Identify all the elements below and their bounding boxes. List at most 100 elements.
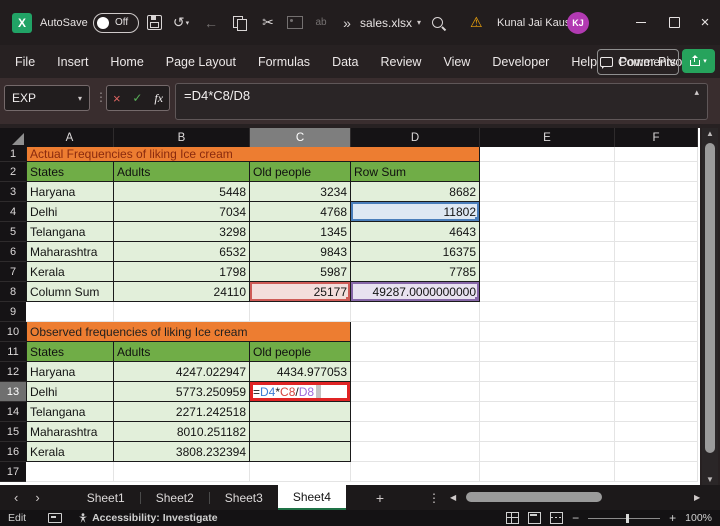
hscroll-right-icon[interactable]: ▶ — [694, 493, 700, 502]
cell-f7[interactable] — [615, 262, 698, 282]
cell-f5[interactable] — [615, 222, 698, 242]
ribbon-tab-insert[interactable]: Insert — [46, 45, 99, 78]
row-header-9[interactable]: 9 — [0, 302, 26, 322]
cell-f12[interactable] — [615, 362, 698, 382]
cell-d5[interactable]: 4643 — [351, 222, 480, 242]
cell-b17[interactable] — [114, 462, 250, 482]
vertical-scroll-thumb[interactable] — [705, 143, 715, 453]
cell-e11[interactable] — [480, 342, 615, 362]
cell-f13[interactable] — [615, 382, 698, 402]
cell-e7[interactable] — [480, 262, 615, 282]
cell-c3[interactable]: 3234 — [250, 182, 351, 202]
vertical-scrollbar[interactable]: ▲ ▼ — [702, 128, 718, 485]
cell-b2[interactable]: Adults — [114, 162, 250, 182]
cell-e9[interactable] — [480, 302, 615, 322]
cell-e14[interactable] — [480, 402, 615, 422]
column-header-b[interactable]: B — [114, 128, 250, 147]
row-header-11[interactable]: 11 — [0, 342, 26, 362]
select-all-corner[interactable] — [0, 128, 26, 147]
formula-input[interactable]: =D4*C8/D8 ▴ — [175, 83, 708, 120]
zoom-out-button[interactable]: − — [572, 511, 579, 525]
cell-e16[interactable] — [480, 442, 615, 462]
cell-e2[interactable] — [480, 162, 615, 182]
cell-d11[interactable] — [351, 342, 480, 362]
row-header-7[interactable]: 7 — [0, 262, 26, 282]
cell-e12[interactable] — [480, 362, 615, 382]
add-sheet-button[interactable]: + — [376, 490, 384, 506]
search-button[interactable] — [432, 0, 443, 45]
cell-a13[interactable]: Delhi — [26, 382, 114, 402]
page-layout-view-icon[interactable] — [528, 512, 542, 524]
row-header-15[interactable]: 15 — [0, 422, 26, 442]
cell-a3[interactable]: Haryana — [26, 182, 114, 202]
ribbon-tab-home[interactable]: Home — [99, 45, 154, 78]
cell-d9[interactable] — [351, 302, 480, 322]
row-header-10[interactable]: 10 — [0, 322, 26, 342]
cell-a8[interactable]: Column Sum — [26, 282, 114, 302]
zoom-slider-thumb[interactable] — [626, 513, 630, 523]
cell-b12[interactable]: 4247.022947 — [114, 362, 250, 382]
minimize-button[interactable] — [626, 0, 656, 45]
cell-f11[interactable] — [615, 342, 698, 362]
column-header-e[interactable]: E — [480, 128, 615, 147]
cell-a12[interactable]: Haryana — [26, 362, 114, 382]
cell-c11[interactable]: Old people — [250, 342, 351, 362]
back-button[interactable]: ← — [198, 0, 224, 45]
row-header-6[interactable]: 6 — [0, 242, 26, 262]
cell-d15[interactable] — [351, 422, 480, 442]
cell-a10[interactable]: Observed frequencies of liking Ice cream — [26, 322, 351, 342]
cell-c17[interactable] — [250, 462, 351, 482]
cell-b3[interactable]: 5448 — [114, 182, 250, 202]
ribbon-tab-developer[interactable]: Developer — [481, 45, 560, 78]
cell-c2[interactable]: Old people — [250, 162, 351, 182]
ribbon-tab-formulas[interactable]: Formulas — [247, 45, 321, 78]
cell-f2[interactable] — [615, 162, 698, 182]
ribbon-tab-review[interactable]: Review — [369, 45, 432, 78]
normal-view-icon[interactable] — [506, 512, 520, 524]
cell-a17[interactable] — [26, 462, 114, 482]
document-title[interactable]: sales.xlsx ▾ — [360, 0, 421, 45]
row-header-14[interactable]: 14 — [0, 402, 26, 422]
cell-f15[interactable] — [615, 422, 698, 442]
cell-d2[interactable]: Row Sum — [351, 162, 480, 182]
column-header-a[interactable]: A — [26, 128, 114, 147]
autosave-toggle[interactable]: Off — [93, 0, 139, 45]
cell-c8[interactable]: 25177 — [250, 282, 351, 302]
sheet-tab-sheet1[interactable]: Sheet1 — [72, 485, 140, 510]
cell-d12[interactable] — [351, 362, 480, 382]
cell-b7[interactable]: 1798 — [114, 262, 250, 282]
format-painter-button[interactable] — [282, 0, 308, 45]
cell-e5[interactable] — [480, 222, 615, 242]
cell-a15[interactable]: Maharashtra — [26, 422, 114, 442]
cell-d10[interactable] — [351, 322, 480, 342]
cell-a2[interactable]: States — [26, 162, 114, 182]
undo-button[interactable]: ↺ ▾ — [168, 0, 194, 45]
share-button[interactable]: ▾ — [682, 49, 715, 73]
cell-b11[interactable]: Adults — [114, 342, 250, 362]
zoom-level[interactable]: 100% — [685, 512, 712, 524]
cell-c9[interactable] — [250, 302, 351, 322]
cell-e8[interactable] — [480, 282, 615, 302]
warning-icon[interactable]: ⚠ — [470, 0, 483, 45]
cell-f17[interactable] — [615, 462, 698, 482]
cell-c12[interactable]: 4434.977053 — [250, 362, 351, 382]
cell-a16[interactable]: Kerala — [26, 442, 114, 462]
sheet-tab-sheet3[interactable]: Sheet3 — [210, 485, 278, 510]
cell-f1[interactable] — [615, 147, 698, 162]
sheet-options-icon[interactable]: ⋮ — [428, 491, 440, 505]
cell-a1[interactable]: Actual Frequencies of liking Ice cream — [26, 147, 480, 162]
scroll-down-icon[interactable]: ▼ — [702, 475, 718, 484]
cell-a9[interactable] — [26, 302, 114, 322]
ribbon-tab-page-layout[interactable]: Page Layout — [155, 45, 247, 78]
cell-a6[interactable]: Maharashtra — [26, 242, 114, 262]
horizontal-scroll-thumb[interactable] — [466, 492, 602, 502]
row-header-13[interactable]: 13 — [0, 382, 26, 402]
sheet-tab-sheet2[interactable]: Sheet2 — [141, 485, 209, 510]
row-header-5[interactable]: 5 — [0, 222, 26, 242]
cell-c13[interactable]: = D4 * C8/D8 — [250, 382, 351, 402]
cell-d7[interactable]: 7785 — [351, 262, 480, 282]
row-header-3[interactable]: 3 — [0, 182, 26, 202]
display-settings-icon[interactable] — [48, 513, 63, 523]
cell-b13[interactable]: 5773.250959 — [114, 382, 250, 402]
cell-e6[interactable] — [480, 242, 615, 262]
